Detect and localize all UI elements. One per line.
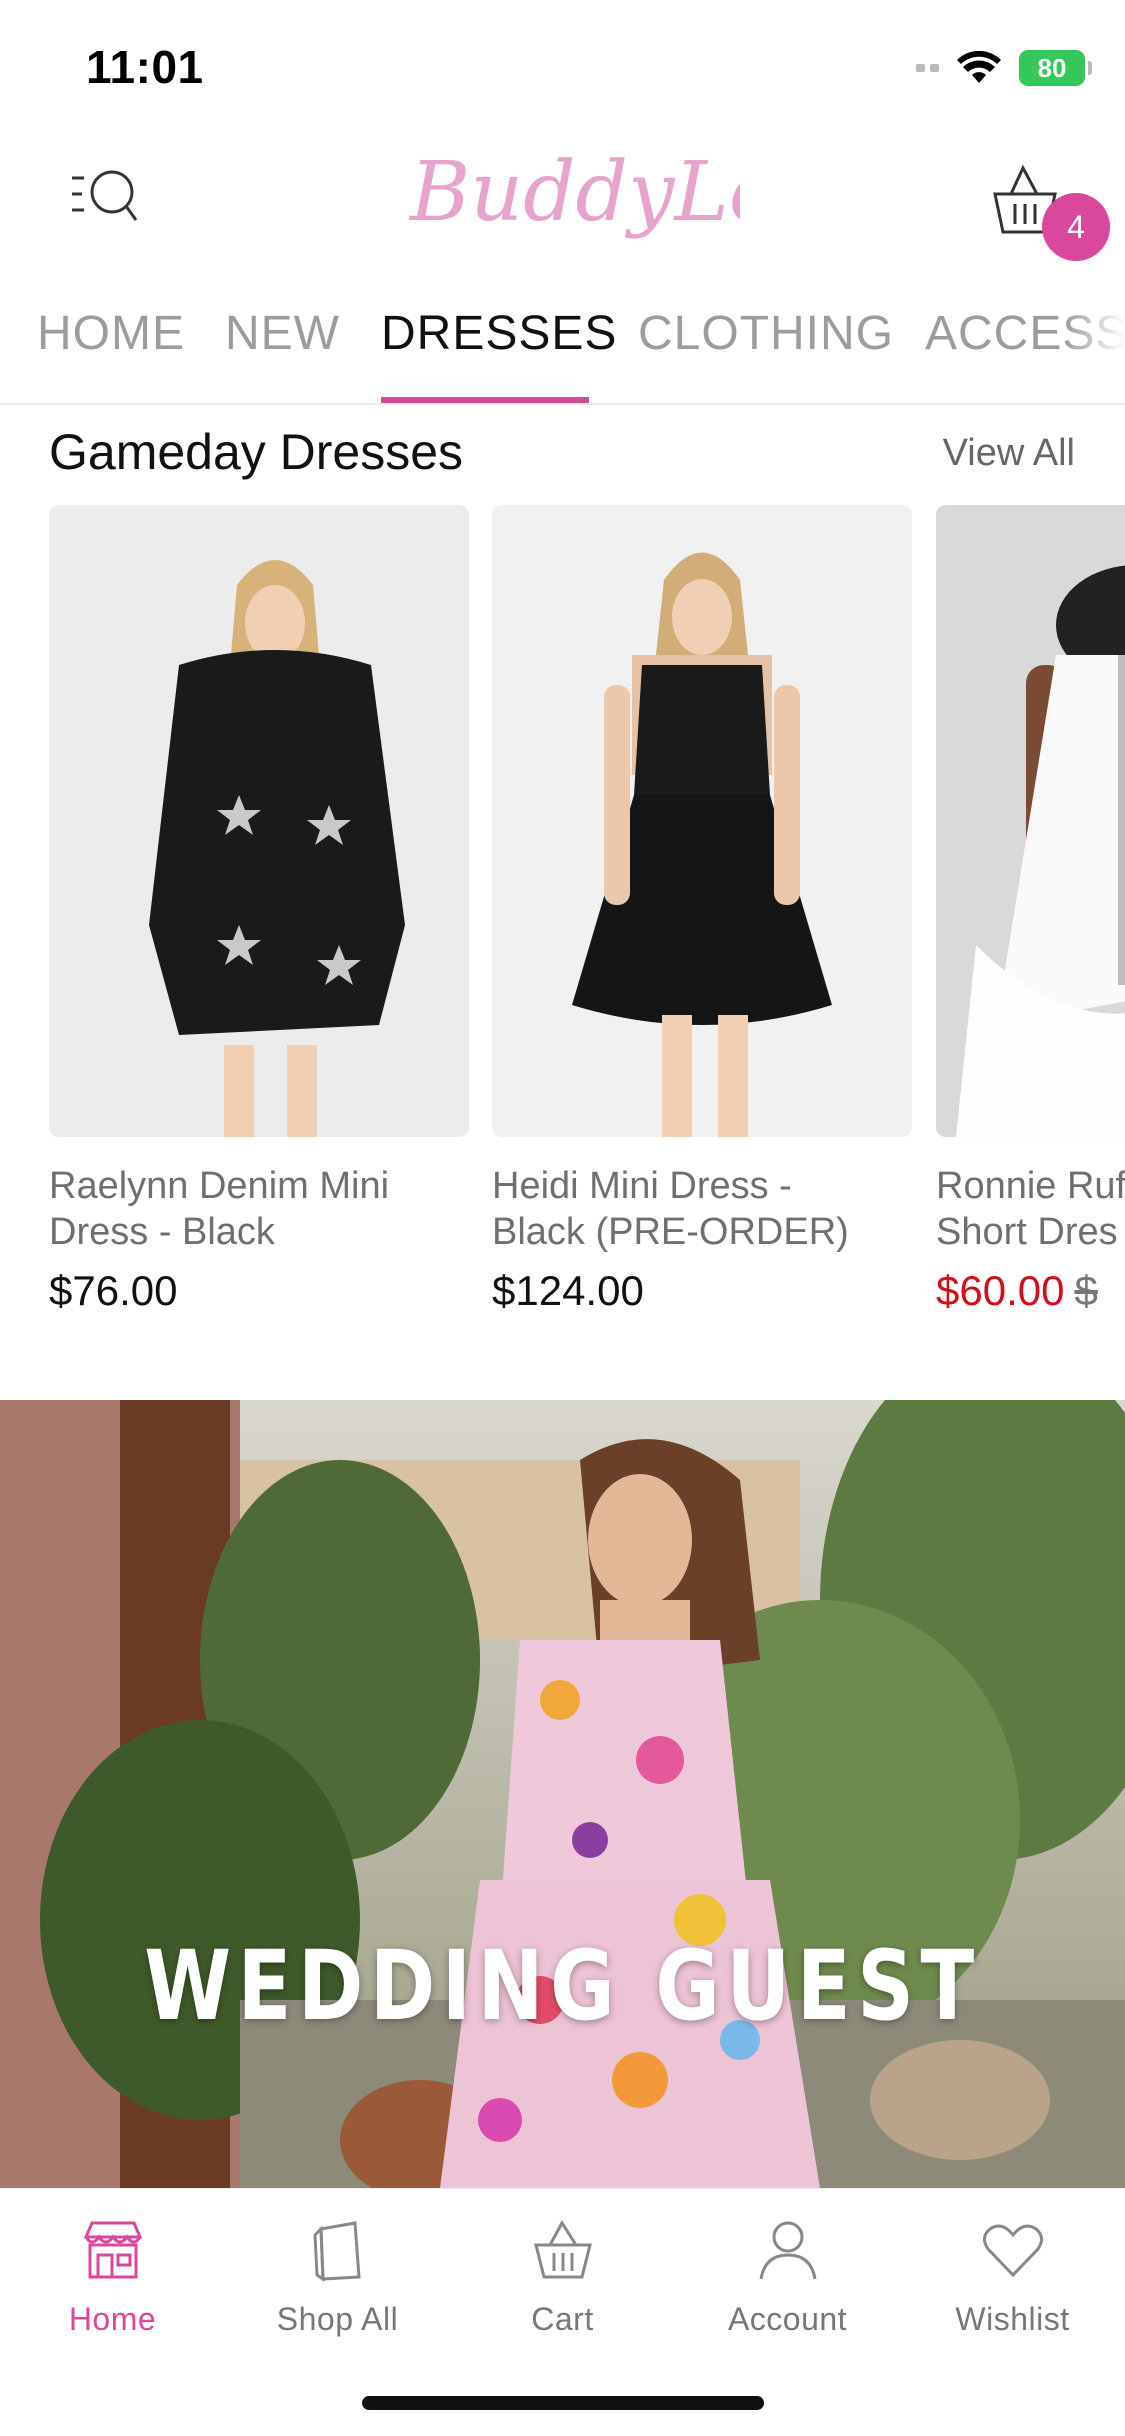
- tab-scroll-fade: [1065, 290, 1125, 400]
- nav-wishlist-label: Wishlist: [955, 2301, 1070, 2337]
- category-tabs: HOME NEW DRESSES CLOTHING ACCESS: [0, 290, 1125, 405]
- banner-image: [0, 1400, 1125, 2188]
- person-icon: [759, 2221, 816, 2280]
- cellular-signal-icon: [916, 64, 939, 72]
- nav-cart-label: Cart: [531, 2301, 594, 2337]
- nav-wishlist[interactable]: Wishlist: [900, 2215, 1125, 2338]
- battery-icon: 80: [1019, 50, 1092, 86]
- product-price: $60.00 $: [936, 1267, 1125, 1315]
- banner-title: WEDDING GUEST: [144, 1930, 981, 2042]
- product-card[interactable]: Heidi Mini Dress - Black (PRE-ORDER) $12…: [492, 505, 912, 1315]
- nav-home[interactable]: Home: [0, 2215, 225, 2338]
- product-card[interactable]: Raelynn Denim Mini Dress - Black $76.00: [49, 505, 469, 1315]
- home-indicator[interactable]: [362, 2396, 764, 2410]
- nav-home-label: Home: [68, 2301, 157, 2337]
- product-image[interactable]: [492, 505, 912, 1137]
- tab-dresses[interactable]: DRESSES: [381, 306, 617, 361]
- product-card[interactable]: Ronnie Ruf Short Dres $60.00 $: [936, 505, 1125, 1315]
- battery-level: 80: [1037, 52, 1067, 83]
- shopping-bag-icon: [312, 2221, 361, 2282]
- product-image[interactable]: [936, 505, 1125, 1137]
- product-price: $124.00: [492, 1267, 644, 1314]
- tab-clothing[interactable]: CLOTHING: [638, 306, 894, 361]
- brand-logo-text: BuddyLove: [408, 145, 740, 240]
- product-name-line2: Dress - Black: [49, 1211, 275, 1253]
- section-title: Gameday Dresses: [49, 424, 464, 480]
- storefront-icon: [83, 2221, 142, 2279]
- product-image[interactable]: [49, 505, 469, 1137]
- product-name-line2: Black (PRE-ORDER): [492, 1211, 849, 1253]
- product-price: $76.00: [49, 1267, 178, 1314]
- brand-logo[interactable]: BuddyLove: [400, 125, 740, 265]
- wedding-guest-banner[interactable]: WEDDING GUEST: [0, 1400, 1125, 2188]
- status-time: 11:01: [86, 41, 204, 93]
- product-name-line1: Heidi Mini Dress -: [492, 1165, 792, 1207]
- tab-new[interactable]: NEW: [225, 306, 340, 361]
- menu-search-icon: [72, 170, 138, 221]
- status-bar: 11:01 80: [0, 0, 1125, 130]
- nav-account-label: Account: [727, 2301, 848, 2337]
- basket-icon: [533, 2220, 592, 2279]
- nav-account[interactable]: Account: [675, 2215, 900, 2338]
- heart-icon: [982, 2224, 1043, 2278]
- nav-cart[interactable]: Cart: [450, 2215, 675, 2338]
- view-all-link[interactable]: View All: [943, 432, 1075, 475]
- original-price: $: [1074, 1267, 1098, 1314]
- product-carousel[interactable]: Raelynn Denim Mini Dress - Black $76.00 …: [0, 505, 1125, 1345]
- wifi-icon: [957, 51, 1001, 83]
- sale-price: $60.00: [936, 1267, 1065, 1314]
- product-name-line1: Raelynn Denim Mini: [49, 1165, 390, 1207]
- app-header: BuddyLove: [0, 120, 1125, 270]
- cart-count-badge: 4: [1042, 193, 1110, 261]
- product-name-line2: Short Dres: [936, 1211, 1118, 1253]
- menu-search-button[interactable]: [68, 160, 148, 230]
- tab-home[interactable]: HOME: [37, 306, 185, 361]
- active-tab-indicator: [381, 397, 589, 403]
- nav-shop-all-label: Shop All: [276, 2301, 399, 2337]
- status-icons: 80: [916, 46, 1092, 90]
- product-name-line1: Ronnie Ruf: [936, 1165, 1125, 1207]
- nav-shop-all[interactable]: Shop All: [225, 2215, 450, 2338]
